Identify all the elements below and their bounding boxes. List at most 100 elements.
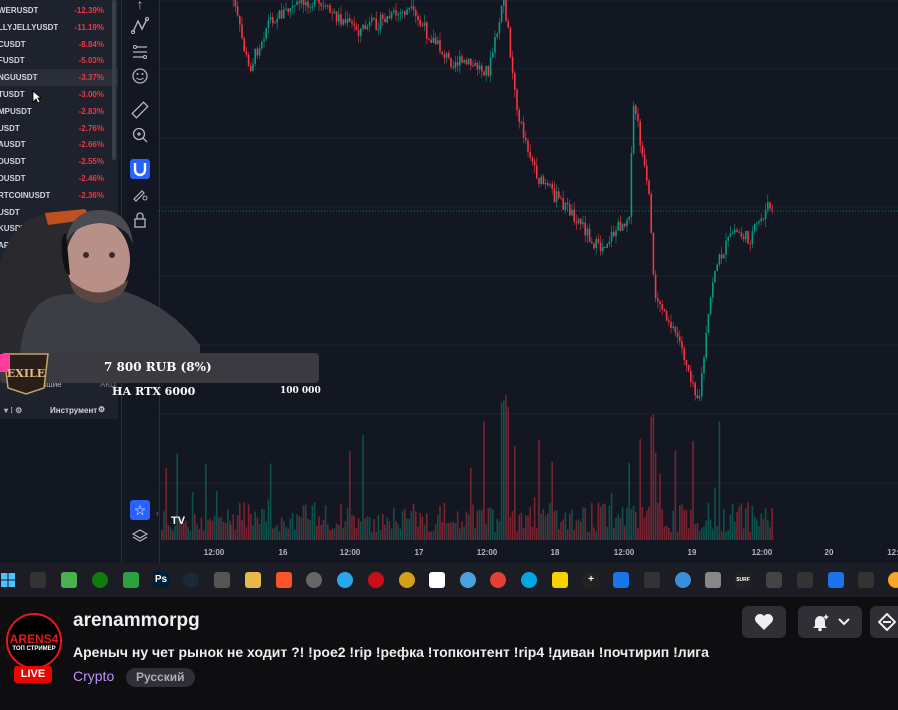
taskbar-check-icon[interactable] — [828, 572, 844, 588]
volume-bar — [191, 492, 194, 540]
watchlist-row[interactable]: CUSDT -8.84% — [0, 36, 118, 53]
watchlist-symbol: CUSDT — [0, 39, 26, 49]
settings-icon[interactable]: ⚙ — [98, 405, 105, 414]
volume-bar — [278, 531, 281, 540]
taskbar-photoshop-icon[interactable]: Ps — [153, 572, 169, 588]
taskbar-orange-app-icon[interactable] — [888, 572, 898, 588]
taskbar-windows-start-icon[interactable] — [0, 572, 16, 588]
taskbar-globe-icon[interactable] — [675, 572, 691, 588]
taskbar-folder-icon[interactable] — [245, 572, 261, 588]
taskbar-calculator-icon[interactable] — [214, 572, 230, 588]
taskbar-steam-icon[interactable] — [183, 572, 199, 588]
follow-button[interactable] — [742, 606, 786, 638]
watchlist-symbol: NGUUSDT — [0, 73, 38, 83]
watchlist-change: -5.03% — [78, 56, 104, 66]
volume-bar — [283, 521, 285, 540]
taskbar-chromium-icon[interactable] — [460, 572, 476, 588]
taskbar-plus-app-icon[interactable]: + — [583, 572, 599, 588]
price-chart[interactable]: 12:00 16 12:00 17 12:00 18 12:00 19 12:00 20 12: — [159, 0, 898, 563]
watchlist-scrollbar[interactable] — [112, 0, 116, 160]
taskbar-pause-app-icon[interactable] — [858, 572, 874, 588]
taskbar-surf-icon[interactable]: SURF — [735, 572, 751, 588]
gift-sub-button[interactable] — [870, 606, 898, 638]
candle-body — [285, 8, 287, 10]
magnet-icon[interactable] — [130, 159, 150, 179]
candle-body — [430, 39, 432, 43]
taskbar-telegram-icon[interactable] — [337, 572, 353, 588]
watchlist-row[interactable]: NGUUSDT -3.37% — [0, 69, 118, 87]
watchlist-symbol: TUSDT — [0, 90, 25, 99]
volume-bar — [476, 510, 479, 540]
volume-bar — [676, 531, 679, 540]
candle-body — [408, 7, 410, 10]
taskbar-app-icon[interactable] — [306, 572, 322, 588]
watchlist-row[interactable]: MPUSDT -2.83% — [0, 103, 118, 120]
watchlist-row[interactable]: LLYJELLYUSDT -11.19% — [0, 19, 118, 36]
watchlist-row[interactable]: RTCOINUSDT -2.36% — [0, 187, 118, 204]
taskbar-app3-icon[interactable] — [521, 572, 537, 588]
taskbar-vpn-icon[interactable] — [613, 572, 629, 588]
taskbar-discord-icon[interactable] — [123, 572, 139, 588]
candle-body — [714, 271, 716, 283]
taskbar-brave-icon[interactable] — [276, 572, 292, 588]
sort-icon[interactable]: ▾ ⁞ ⚙ — [4, 406, 22, 415]
candle-body — [610, 231, 613, 242]
volume-bar — [245, 527, 248, 540]
stream-category[interactable]: Crypto — [73, 668, 114, 684]
watchlist-row[interactable]: DUSDT -2.46% — [0, 170, 118, 187]
watchlist-row[interactable]: TUSDT -3.00% — [0, 86, 118, 103]
emoji-icon[interactable] — [130, 66, 150, 86]
layers-icon[interactable] — [130, 526, 150, 546]
volume-bar — [267, 499, 270, 540]
watchlist-row[interactable]: FUSDT -5.03% — [0, 52, 118, 69]
notifications-button[interactable] — [798, 606, 862, 638]
language-tag[interactable]: Русский — [126, 668, 195, 687]
x-axis-tick-label: 12:00 — [751, 548, 773, 557]
volume-bar — [569, 513, 571, 540]
channel-avatar[interactable]: ARENS4 ТОП СТРИМЕР — [6, 613, 62, 669]
taskbar-terminal-icon[interactable] — [30, 572, 46, 588]
taskbar-duck-icon[interactable] — [552, 572, 568, 588]
stream-video[interactable]: WERUSDT -12.39% LLYJELLYUSDT -11.19% CUSDT -8… — [0, 0, 898, 597]
candle-body — [280, 10, 283, 19]
pattern-icon[interactable] — [130, 16, 150, 36]
candle-body — [760, 218, 762, 222]
lock-drawing-icon[interactable] — [130, 184, 150, 204]
taskbar-app2-icon[interactable] — [429, 572, 445, 588]
fib-icon[interactable] — [130, 42, 150, 62]
watchlist-row[interactable]: USDT -2.76% — [0, 120, 118, 137]
volume-bar — [373, 519, 375, 540]
candlestick-chart[interactable] — [159, 0, 898, 563]
volume-bar — [450, 522, 452, 540]
taskbar-chrome-icon[interactable] — [490, 572, 506, 588]
watchlist-row[interactable]: AUSDT -2.66% — [0, 136, 118, 153]
ruler-icon[interactable] — [130, 100, 150, 120]
candle-body — [718, 254, 721, 265]
taskbar-xbox-icon[interactable] — [92, 572, 108, 588]
favorites-star-icon[interactable]: ☆ — [130, 500, 150, 520]
taskbar-triangle-app-icon[interactable] — [61, 572, 77, 588]
volume-bar — [393, 507, 395, 540]
taskbar-monitor-icon[interactable] — [766, 572, 782, 588]
instrument-column-label[interactable]: Инструмент — [50, 406, 97, 415]
candle-body — [635, 105, 637, 114]
taskbar-opera-icon[interactable] — [368, 572, 384, 588]
taskbar-ton-icon[interactable] — [399, 572, 415, 588]
taskbar-pad-icon[interactable] — [705, 572, 721, 588]
watchlist-row[interactable]: WERUSDT -12.39% — [0, 2, 118, 19]
candle-body — [674, 326, 677, 333]
taskbar-game-icon[interactable] — [644, 572, 660, 588]
watchlist-row[interactable]: DUSDT -2.55% — [0, 153, 118, 170]
zoom-icon[interactable] — [130, 125, 150, 145]
channel-name[interactable]: arenammorpg — [73, 610, 200, 632]
avatar-logo-text: ARENS4 — [9, 632, 59, 646]
volume-bar — [285, 527, 287, 540]
taskbar-radiation-icon[interactable] — [797, 572, 813, 588]
candle-body — [769, 202, 771, 209]
candle-body — [745, 231, 747, 240]
cursor-icon[interactable]: ↑ — [130, 0, 150, 14]
volume-bar — [566, 529, 569, 540]
volume-bar — [624, 525, 626, 540]
watchlist-change: -2.46% — [78, 174, 104, 183]
candle-body — [538, 178, 540, 185]
